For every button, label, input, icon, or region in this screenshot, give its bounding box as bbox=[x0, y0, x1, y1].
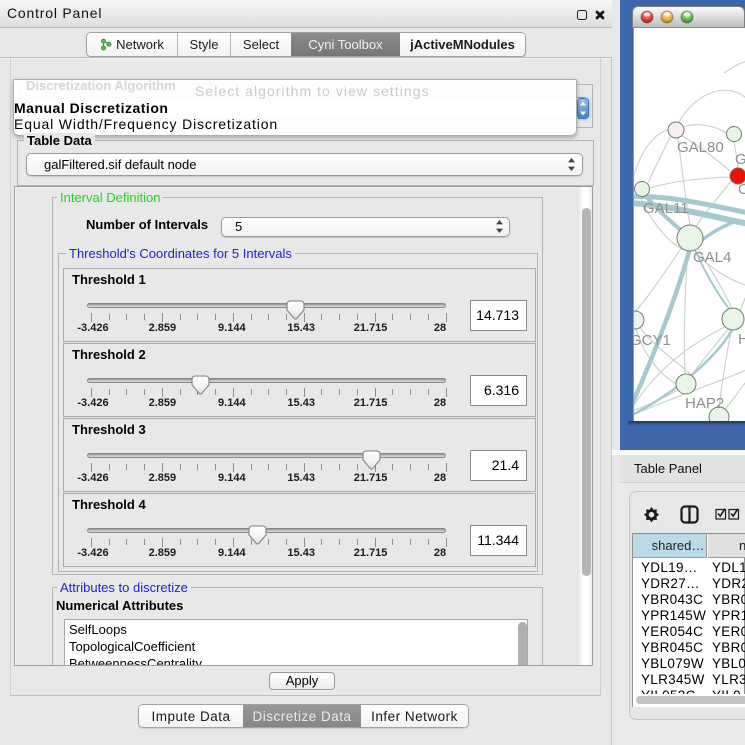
svg-text:C: C bbox=[738, 181, 745, 198]
svg-text:GAL4: GAL4 bbox=[693, 249, 731, 266]
svg-text:GA: GA bbox=[735, 151, 745, 168]
svg-text:GAL11: GAL11 bbox=[643, 200, 689, 217]
svg-text:HAP2: HAP2 bbox=[685, 395, 724, 412]
svg-text:GCY1: GCY1 bbox=[634, 332, 671, 349]
svg-text:GAL80: GAL80 bbox=[677, 139, 724, 156]
svg-text:H: H bbox=[738, 331, 745, 348]
